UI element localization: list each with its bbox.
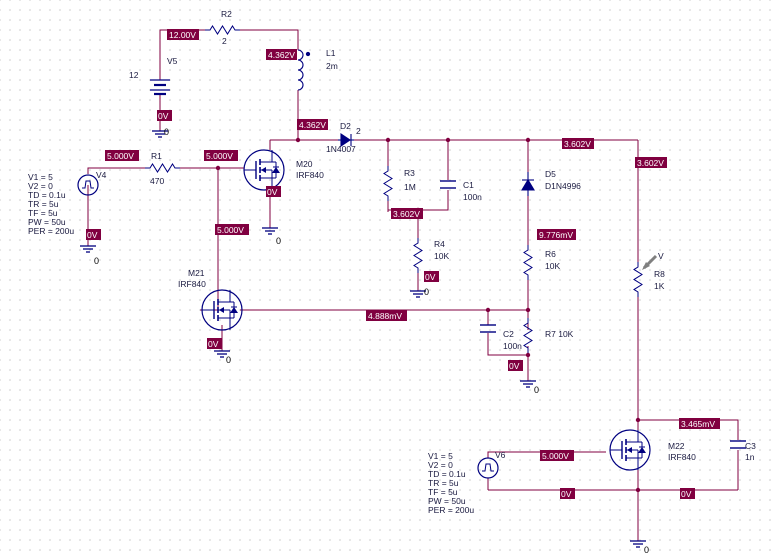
v4-name: V4 — [96, 170, 107, 180]
voltage-badge: 9.776mV — [539, 230, 573, 240]
schematic-canvas[interactable]: V5 12 R2 2 L1 2m D2 2 1N4007 V4 V1 = 5 V… — [0, 0, 773, 559]
r1-value: 470 — [150, 176, 164, 186]
ground-label: 0 — [94, 256, 99, 266]
voltage-badge: 3.465mV — [681, 419, 715, 429]
voltage-badge: 5.000V — [542, 451, 569, 461]
v6-params: V1 = 5 V2 = 0 TD = 0.1u TR = 5u TF = 5u … — [428, 451, 474, 515]
d2-name: D2 — [340, 121, 351, 131]
voltage-badge: 0V — [425, 272, 436, 282]
resistor-r4[interactable] — [413, 237, 423, 274]
c2-name: C2 — [503, 329, 514, 339]
pulse-source-v6[interactable] — [477, 457, 499, 479]
mosfet-m21[interactable] — [201, 289, 243, 331]
r2-value: 2 — [222, 36, 227, 46]
ground-label: 0 — [644, 545, 649, 555]
r7-name: R7 10K — [545, 329, 574, 339]
c1-name: C1 — [463, 180, 474, 190]
m20-value: IRF840 — [296, 170, 324, 180]
resistor-r6[interactable] — [523, 244, 533, 281]
v4-param: PER = 200u — [28, 226, 74, 236]
voltage-badge: 5.000V — [206, 151, 233, 161]
ground-label: 0 — [276, 236, 281, 246]
resistor-r8[interactable] — [633, 261, 643, 298]
r6-value: 10K — [545, 261, 560, 271]
r8-name: R8 — [654, 269, 665, 279]
mosfet-m20[interactable] — [243, 149, 285, 191]
voltage-probe-icon[interactable] — [642, 254, 658, 270]
voltage-badge: 12.00V — [169, 30, 196, 40]
probe-label: V — [658, 251, 664, 261]
v5-name: V5 — [167, 56, 178, 66]
r4-value: 10K — [434, 251, 449, 261]
resistor-r3[interactable] — [383, 165, 393, 202]
d2-pin: 2 — [356, 126, 361, 136]
resistor-r2[interactable] — [204, 25, 241, 35]
capacitor-c3[interactable] — [730, 440, 746, 449]
voltage-badge: 0V — [509, 361, 520, 371]
r6-name: R6 — [545, 249, 556, 259]
d2-value: 1N4007 — [326, 144, 356, 154]
m21-value: IRF840 — [178, 279, 206, 289]
voltage-badge: 3.602V — [637, 158, 664, 168]
m20-name: M20 — [296, 159, 313, 169]
inductor-l1[interactable] — [297, 49, 311, 91]
voltage-badge: 5.000V — [217, 225, 244, 235]
r3-value: 1M — [404, 182, 416, 192]
l1-value: 2m — [326, 61, 338, 71]
l1-name: L1 — [326, 48, 336, 58]
voltage-badge: 3.602V — [393, 209, 420, 219]
d5-value: D1N4996 — [545, 181, 581, 191]
resistor-r7[interactable] — [523, 317, 533, 354]
m21-name: M21 — [188, 268, 205, 278]
v5-value: 12 — [129, 70, 139, 80]
voltage-badge: 0V — [681, 489, 692, 499]
r8-value: 1K — [654, 281, 665, 291]
battery-v5[interactable] — [150, 79, 170, 96]
resistor-r1[interactable] — [144, 163, 181, 173]
r1-name: R1 — [151, 151, 162, 161]
voltage-badge: 4.888mV — [368, 311, 402, 321]
r2-name: R2 — [221, 9, 232, 19]
c1-value: 100n — [463, 192, 482, 202]
ground-icon — [261, 221, 279, 235]
c3-name: C3 — [745, 441, 756, 451]
voltage-badge: 4.362V — [299, 120, 326, 130]
m22-value: IRF840 — [668, 452, 696, 462]
capacitor-c1[interactable] — [440, 180, 456, 189]
r4-name: R4 — [434, 239, 445, 249]
mosfet-m22[interactable] — [609, 429, 651, 471]
voltage-badge: 5.000V — [107, 151, 134, 161]
voltage-badge: 4.362V — [268, 50, 295, 60]
ground-label: 0 — [226, 355, 231, 365]
v4-params: V1 = 5 V2 = 0 TD = 0.1u TR = 5u TF = 5u … — [28, 172, 74, 236]
m22-name: M22 — [668, 441, 685, 451]
diode-d5[interactable] — [521, 172, 535, 196]
voltage-badge: 0V — [267, 187, 278, 197]
c3-value: 1n — [745, 452, 755, 462]
voltage-badge: 0V — [158, 111, 169, 121]
voltage-badge: 0V — [208, 339, 219, 349]
c2-value: 100n — [503, 341, 522, 351]
d5-name: D5 — [545, 169, 556, 179]
v6-name: V6 — [495, 450, 506, 460]
voltage-badge: 0V — [87, 230, 98, 240]
ground-icon — [79, 239, 97, 253]
voltage-markers: 12.00V 4.362V 0V 4.362V 5.000V 5.000V 5.… — [86, 29, 720, 499]
r3-name: R3 — [404, 168, 415, 178]
voltage-badge: 3.602V — [564, 139, 591, 149]
capacitor-c2[interactable] — [480, 324, 496, 333]
schematic: V5 12 R2 2 L1 2m D2 2 1N4007 V4 V1 = 5 V… — [28, 9, 756, 555]
v6-param: PER = 200u — [428, 505, 474, 515]
ground-label: 0 — [534, 385, 539, 395]
ground-label: 0 — [424, 287, 429, 297]
voltage-badge: 0V — [561, 489, 572, 499]
ground-label: 0 — [164, 127, 169, 137]
